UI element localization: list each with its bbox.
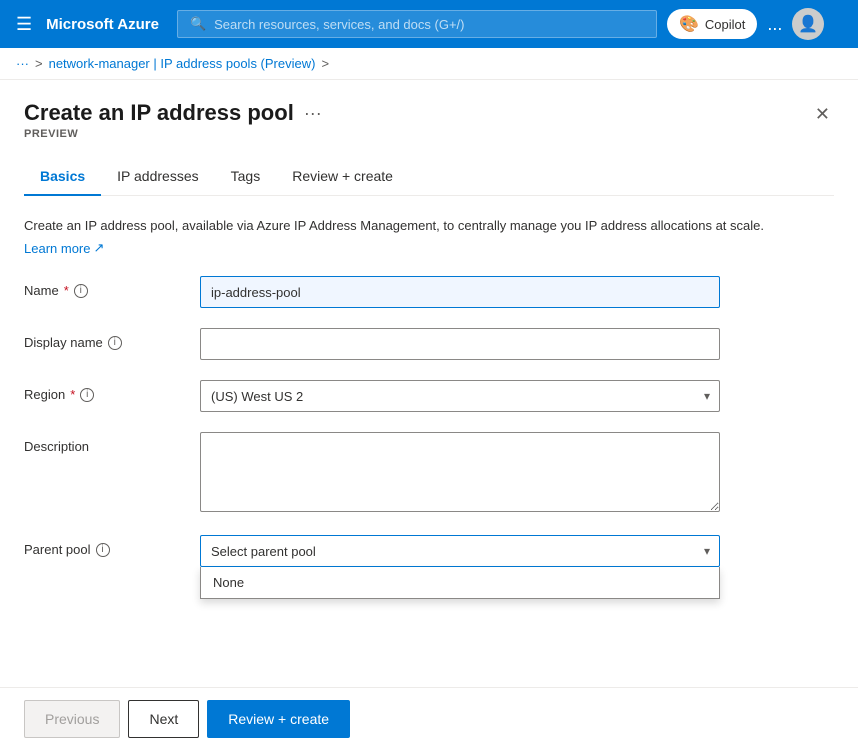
form-content: Create an IP address pool, available via… xyxy=(24,196,834,745)
required-indicator: * xyxy=(64,283,69,298)
next-button[interactable]: Next xyxy=(128,700,199,738)
parent-pool-select[interactable]: Select parent pool None xyxy=(200,535,720,567)
region-select[interactable]: (US) West US 2 (US) East US (EU) West Eu… xyxy=(200,380,720,412)
page-header: Create an IP address pool ··· PREVIEW ✕ xyxy=(24,100,834,140)
top-navigation: ☰ Microsoft Azure 🔍 Search resources, se… xyxy=(0,0,858,48)
name-field-row: Name * i xyxy=(24,276,834,308)
parent-pool-control: Select parent pool None ▾ None xyxy=(200,535,720,567)
tab-basics[interactable]: Basics xyxy=(24,158,101,196)
breadcrumb-sep1: > xyxy=(35,56,43,71)
preview-badge: PREVIEW xyxy=(24,128,322,140)
region-info-icon[interactable]: i xyxy=(80,388,94,402)
breadcrumb-sep2: > xyxy=(321,56,329,71)
parent-pool-dropdown-wrapper: Select parent pool None ▾ None xyxy=(200,535,720,567)
tab-ip-addresses[interactable]: IP addresses xyxy=(101,158,214,196)
brand-logo: Microsoft Azure xyxy=(46,16,159,33)
copilot-button[interactable]: 🎨 Copilot xyxy=(667,9,757,39)
region-control: (US) West US 2 (US) East US (EU) West Eu… xyxy=(200,380,720,412)
description-field-row: Description xyxy=(24,432,834,515)
parent-pool-select-container: Select parent pool None ▾ xyxy=(200,535,720,567)
page-title: Create an IP address pool xyxy=(24,100,294,126)
search-placeholder: Search resources, services, and docs (G+… xyxy=(214,17,464,32)
description-label: Description xyxy=(24,432,184,454)
breadcrumb: ··· > network-manager | IP address pools… xyxy=(0,48,858,80)
external-link-icon: ↗ xyxy=(93,240,104,256)
name-input[interactable] xyxy=(200,276,720,308)
display-name-input[interactable] xyxy=(200,328,720,360)
hamburger-icon[interactable]: ☰ xyxy=(12,10,36,39)
name-label: Name * i xyxy=(24,276,184,298)
region-label: Region * i xyxy=(24,380,184,402)
title-more-button[interactable]: ··· xyxy=(304,103,322,124)
main-content: Create an IP address pool ··· PREVIEW ✕ … xyxy=(0,80,858,745)
previous-button[interactable]: Previous xyxy=(24,700,120,738)
info-description: Create an IP address pool, available via… xyxy=(24,216,834,236)
display-name-control xyxy=(200,328,720,360)
parent-pool-field-row: Parent pool i Select parent pool None ▾ … xyxy=(24,535,834,567)
required-indicator: * xyxy=(70,387,75,402)
description-textarea[interactable] xyxy=(200,432,720,512)
avatar-icon: 👤 xyxy=(798,14,818,34)
display-name-field-row: Display name i xyxy=(24,328,834,360)
breadcrumb-link[interactable]: network-manager | IP address pools (Prev… xyxy=(49,56,316,71)
name-info-icon[interactable]: i xyxy=(74,284,88,298)
review-create-button[interactable]: Review + create xyxy=(207,700,350,738)
region-select-container: (US) West US 2 (US) East US (EU) West Eu… xyxy=(200,380,720,412)
search-icon: 🔍 xyxy=(190,16,206,32)
nav-more-icon[interactable]: ... xyxy=(767,14,782,35)
copilot-icon: 🎨 xyxy=(679,14,699,34)
parent-pool-label: Parent pool i xyxy=(24,535,184,557)
region-field-row: Region * i (US) West US 2 (US) East US (… xyxy=(24,380,834,412)
display-name-label: Display name i xyxy=(24,328,184,350)
name-control xyxy=(200,276,720,308)
parent-pool-info-icon[interactable]: i xyxy=(96,543,110,557)
tab-tags[interactable]: Tags xyxy=(215,158,277,196)
footer: Previous Next Review + create xyxy=(0,687,858,750)
close-button[interactable]: ✕ xyxy=(811,100,834,129)
copilot-label: Copilot xyxy=(705,17,745,32)
tab-bar: Basics IP addresses Tags Review + create xyxy=(24,158,834,196)
search-bar[interactable]: 🔍 Search resources, services, and docs (… xyxy=(177,10,657,38)
description-control xyxy=(200,432,720,515)
learn-more-link[interactable]: Learn more ↗ xyxy=(24,240,104,256)
tab-review-create[interactable]: Review + create xyxy=(276,158,409,196)
user-avatar[interactable]: 👤 xyxy=(792,8,824,40)
parent-pool-dropdown-menu: None xyxy=(200,567,720,599)
breadcrumb-dots[interactable]: ··· xyxy=(16,56,29,71)
parent-pool-none-option[interactable]: None xyxy=(201,567,719,598)
title-area: Create an IP address pool ··· PREVIEW xyxy=(24,100,322,140)
display-name-info-icon[interactable]: i xyxy=(108,336,122,350)
